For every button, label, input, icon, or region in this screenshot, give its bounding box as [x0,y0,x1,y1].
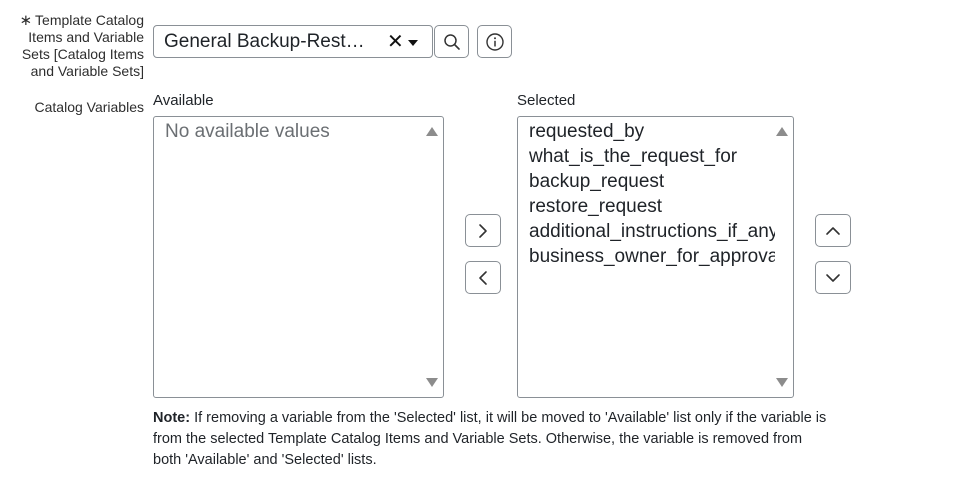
move-down-button[interactable] [815,261,851,294]
catalog-variables-label: Catalog Variables [34,99,144,115]
chevron-up-icon [826,226,840,235]
available-label: Available [153,92,214,109]
selected-list-item[interactable]: backup_request [529,169,775,194]
chevron-down-icon[interactable] [408,40,418,46]
remove-from-selected-button[interactable] [465,261,501,294]
help-note: Note: If removing a variable from the 'S… [153,408,833,471]
template-catalog-reference-input[interactable]: General Backup-Restor... ✕ [153,25,433,58]
available-listbox[interactable]: No available values [153,116,444,398]
selected-listbox[interactable]: requested_by what_is_the_request_for backu… [517,116,794,398]
reference-value: General Backup-Restor... [164,30,374,52]
add-to-selected-button[interactable] [465,214,501,247]
note-text: If removing a variable from the 'Selecte… [153,410,827,468]
selected-list-item[interactable]: additional_instructions_if_any [529,219,775,244]
info-icon [485,32,504,51]
selected-label: Selected [517,92,576,109]
template-catalog-field-label: ∗ Template Catalog Items and Variable Set… [0,12,144,80]
chevron-right-icon [479,223,487,238]
scroll-up-arrow[interactable] [776,127,788,136]
chevron-left-icon [479,270,487,285]
selected-list-item[interactable]: requested_by [529,119,775,144]
template-catalog-label-text: Template Catalog Items and Variable Sets… [21,12,144,79]
close-icon[interactable]: ✕ [387,32,404,52]
selected-list-item[interactable]: restore_request [529,194,775,219]
required-indicator: ∗ [19,12,33,29]
chevron-down-icon [826,273,840,282]
search-icon [443,33,460,50]
selected-list-item[interactable]: business_owner_for_approval [529,244,775,269]
note-prefix: Note: [153,410,191,426]
available-placeholder: No available values [165,121,330,142]
lookup-button[interactable] [434,25,469,58]
info-button[interactable] [477,25,512,58]
scroll-down-arrow[interactable] [776,378,788,387]
scroll-up-arrow[interactable] [426,127,438,136]
selected-list-item[interactable]: what_is_the_request_for [529,144,775,169]
scroll-down-arrow[interactable] [426,378,438,387]
move-up-button[interactable] [815,214,851,247]
